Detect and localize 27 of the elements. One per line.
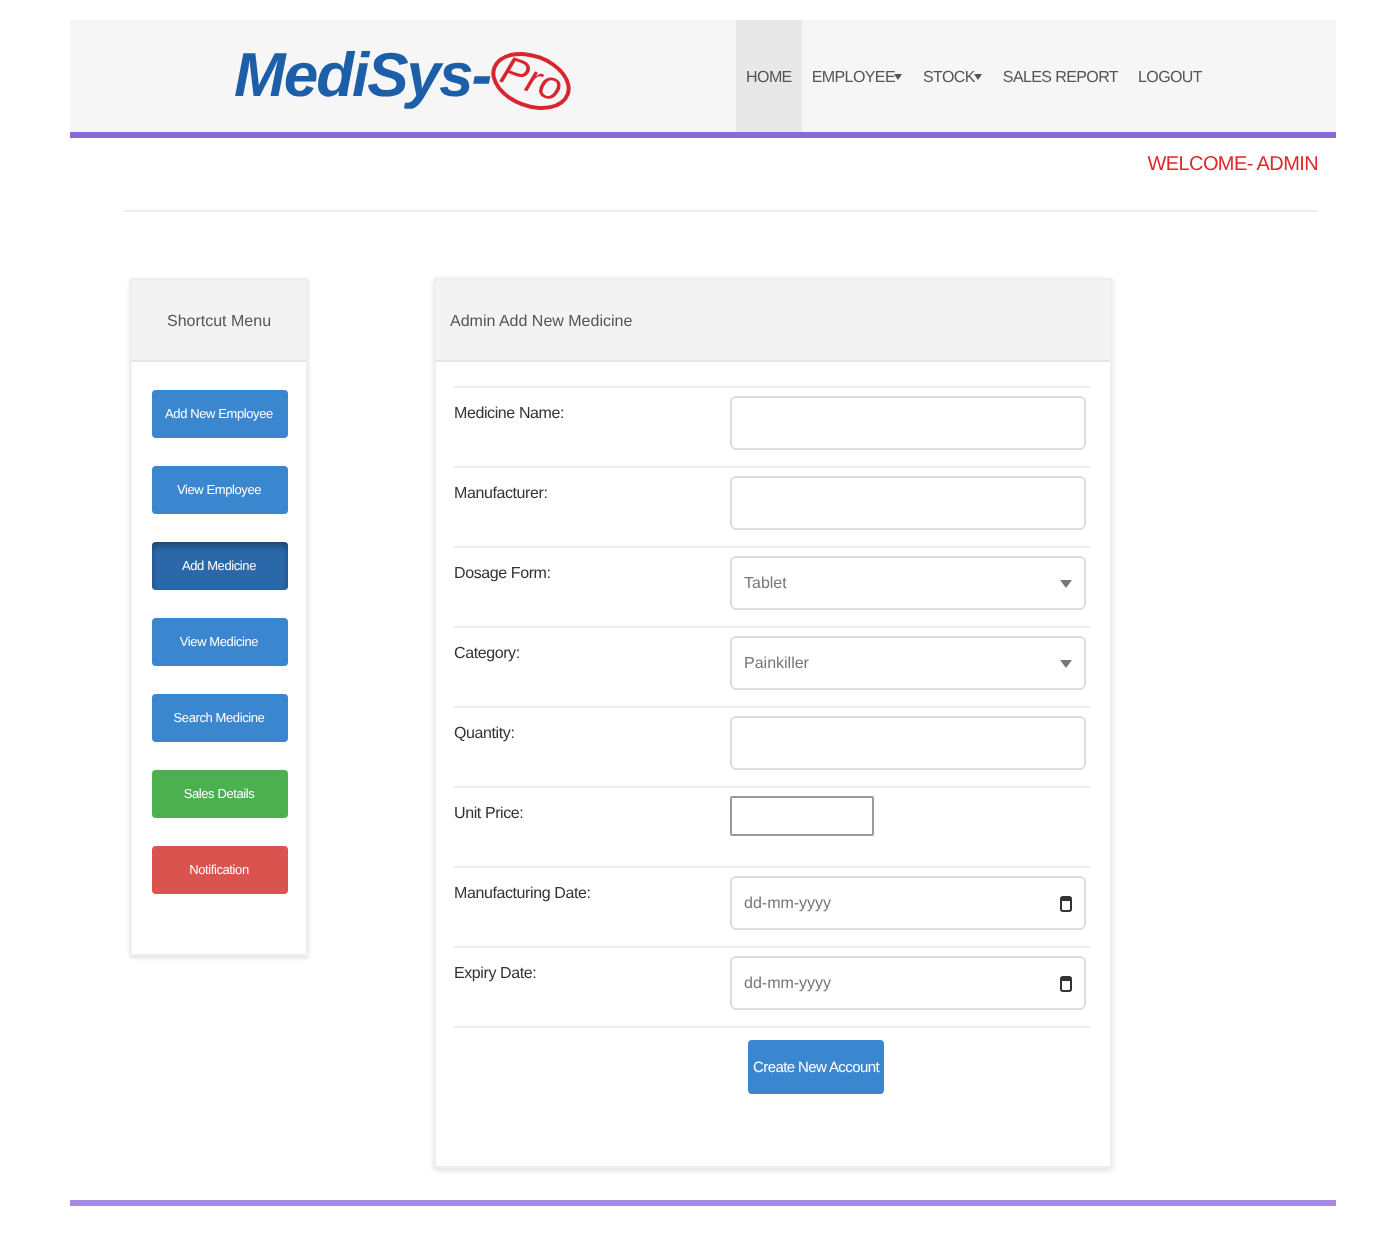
- nav-link[interactable]: LOGOUT: [1128, 20, 1212, 132]
- date-field[interactable]: dd-mm-yyyy: [730, 876, 1086, 930]
- field-label: Manufacturing Date:: [454, 882, 593, 902]
- nav-link[interactable]: EMPLOYEE: [801, 20, 913, 132]
- panel-title: Shortcut Menu: [132, 280, 306, 362]
- field-label: Unit Price:: [454, 802, 526, 822]
- calendar-icon: [1060, 975, 1072, 991]
- caret-icon: [974, 73, 983, 79]
- field-label: Category:: [454, 642, 522, 662]
- field-label: Expiry Date:: [454, 962, 539, 982]
- dropdown-field[interactable]: Tablet: [730, 556, 1086, 610]
- nav-link[interactable]: SALES REPORT: [992, 20, 1129, 132]
- caret-icon: [1060, 579, 1072, 587]
- caret-icon: [894, 73, 903, 79]
- date-field[interactable]: dd-mm-yyyy: [730, 956, 1086, 1010]
- field-label: Medicine Name:: [454, 402, 567, 422]
- welcome-text: WELCOME- ADMIN: [1147, 154, 1318, 176]
- field-label: Manufacturer:: [454, 482, 550, 502]
- caret-icon: [1060, 659, 1072, 667]
- nav-link[interactable]: HOME: [736, 20, 802, 132]
- field-label: Dosage Form:: [454, 562, 553, 582]
- calendar-icon: [1060, 895, 1072, 911]
- text-field[interactable]: [730, 796, 874, 836]
- panel-title: Admin Add New Medicine: [436, 280, 1110, 362]
- dropdown-field[interactable]: Painkiller: [730, 636, 1086, 690]
- field-label: Quantity:: [454, 722, 517, 742]
- nav-link[interactable]: STOCK: [912, 20, 993, 132]
